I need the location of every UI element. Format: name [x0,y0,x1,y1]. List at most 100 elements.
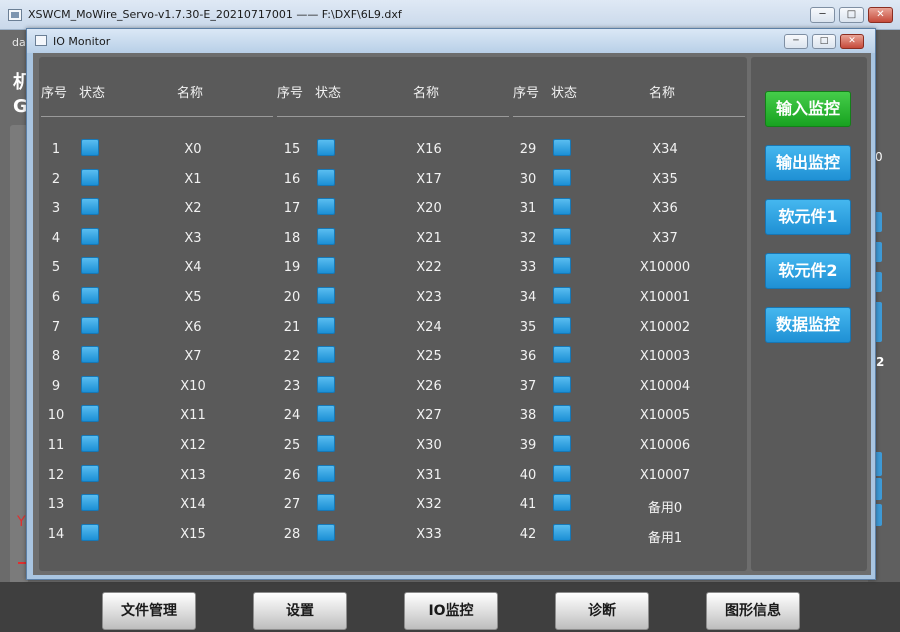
header-divider [277,116,509,117]
dialog-maximize-button[interactable]: □ [812,34,836,49]
io-status-indicator [553,287,571,304]
io-mode-panel: 输入监控输出监控软元件1 软元件2 数据监控 [751,57,867,571]
soft-element1-button[interactable]: 软元件1 [765,199,851,235]
io-index: 11 [47,438,65,453]
minimize-button[interactable]: ─ [810,7,835,23]
io-index: 1 [51,142,61,157]
header-name: 名称 [413,86,440,101]
io-status-indicator [317,464,335,482]
io-status-indicator [553,523,571,541]
io-name: X10000 [639,260,691,276]
io-name: X10002 [639,319,691,335]
io-status-indicator [81,375,99,393]
io-name: 备用0 [647,501,683,517]
io-index: 34 [519,290,537,305]
io-name: X0 [184,142,202,157]
dialog-close-button[interactable]: ✕ [840,34,864,49]
io-row: 18 X21 [277,225,513,254]
io-row: 27 X32 [277,491,513,520]
bottom-toolbar: 文件管理 设置 IO监控 诊断 图形信息 [0,582,900,632]
io-name: X10006 [639,438,691,453]
io-name: X10003 [639,349,691,365]
io-index: 14 [47,526,65,542]
io-name: X36 [652,201,678,217]
diagnostics-button[interactable]: 诊断 [555,592,649,630]
io-name: X34 [652,142,678,157]
close-button[interactable]: ✕ [868,7,893,23]
io-index: 29 [519,142,537,157]
io-status-indicator [553,346,571,364]
io-monitor-button[interactable]: IO监控 [404,592,498,630]
io-status-indicator [553,494,571,512]
io-name: X11 [180,408,206,424]
dialog-minimize-button[interactable]: ─ [784,34,808,49]
io-index: 17 [283,201,301,217]
header-divider [41,116,273,117]
io-row: 8 X7 [41,343,277,372]
io-dialog-titlebar[interactable]: IO Monitor ─ □ ✕ [27,29,875,53]
io-status-indicator [317,139,335,156]
io-status-indicator [553,227,571,245]
io-index: 20 [283,290,301,305]
io-row: 14 X15 [41,521,277,550]
io-name: X7 [184,349,202,365]
main-titlebar: XSWCM_MoWire_Servo-v1.7.30-E_20210717001… [0,0,900,30]
io-index: 6 [51,290,61,305]
io-index: 40 [519,467,537,483]
output-monitor-button[interactable]: 输出监控 [765,145,851,181]
maximize-button[interactable]: □ [839,7,864,23]
io-column-group: 序号 状态 名称 15 X16 16 X17 17 X20 18 X21 19 X22 20 X23 21 X2… [277,57,513,571]
io-name: X4 [184,260,202,276]
io-row: 42 备用1 [513,521,749,550]
io-name: X21 [416,230,442,246]
settings-button[interactable]: 设置 [253,592,347,630]
io-status-indicator [317,523,335,541]
io-status-indicator [81,405,99,423]
io-row: 15 X16 [277,136,513,165]
io-status-indicator [81,346,99,364]
soft-element2-button[interactable]: 软元件2 [765,253,851,289]
io-index: 28 [283,526,301,542]
io-name: X22 [416,260,442,276]
io-status-indicator [81,464,99,482]
io-status-indicator [81,198,99,216]
io-status-indicator [553,405,571,423]
io-dialog-content: 序号 状态 名称 1 X0 2 X1 3 X2 4 X3 5 X4 6 X5 7 X6 8 X7 9 X10 10 X11 1… [33,53,871,575]
io-status-indicator [317,316,335,334]
data-monitor-button[interactable]: 数据监控 [765,307,851,343]
partial-label-y: Y [17,514,26,530]
io-row: 38 X10005 [513,402,749,431]
io-index: 16 [283,171,301,187]
io-name: X10007 [639,467,691,483]
header-status: 状态 [79,86,106,101]
io-row: 3 X2 [41,195,277,224]
io-index: 13 [47,497,65,513]
io-index: 22 [283,349,301,365]
dialog-app-icon [35,35,47,46]
io-row: 2 X1 [41,166,277,195]
io-table-panel: 序号 状态 名称 1 X0 2 X1 3 X2 4 X3 5 X4 6 X5 7 X6 8 X7 9 X10 10 X11 1… [39,57,747,571]
io-name: X31 [416,467,442,483]
io-status-indicator [553,168,571,186]
io-status-indicator [81,227,99,245]
io-row: 1 X0 [41,136,277,165]
io-index: 38 [519,408,537,424]
io-row: 34 X10001 [513,284,749,313]
io-status-indicator [81,523,99,541]
io-status-indicator [317,375,335,393]
header-name: 名称 [177,86,204,101]
input-monitor-button[interactable]: 输入监控 [765,91,851,127]
graphics-info-button[interactable]: 图形信息 [706,592,800,630]
io-status-indicator [81,287,99,304]
io-index: 25 [283,438,301,453]
io-status-indicator [81,139,99,156]
io-index: 36 [519,349,537,365]
partial-label-2: 2 [876,355,885,369]
file-management-button[interactable]: 文件管理 [102,592,196,630]
io-index: 9 [51,378,61,394]
io-name: X14 [180,497,206,513]
io-column-group: 序号 状态 名称 1 X0 2 X1 3 X2 4 X3 5 X4 6 X5 7 X6 8 X7 9 X10 10 X11 1… [41,57,277,571]
io-name: X17 [416,171,442,187]
io-row: 7 X6 [41,314,277,343]
io-index: 4 [51,230,61,246]
